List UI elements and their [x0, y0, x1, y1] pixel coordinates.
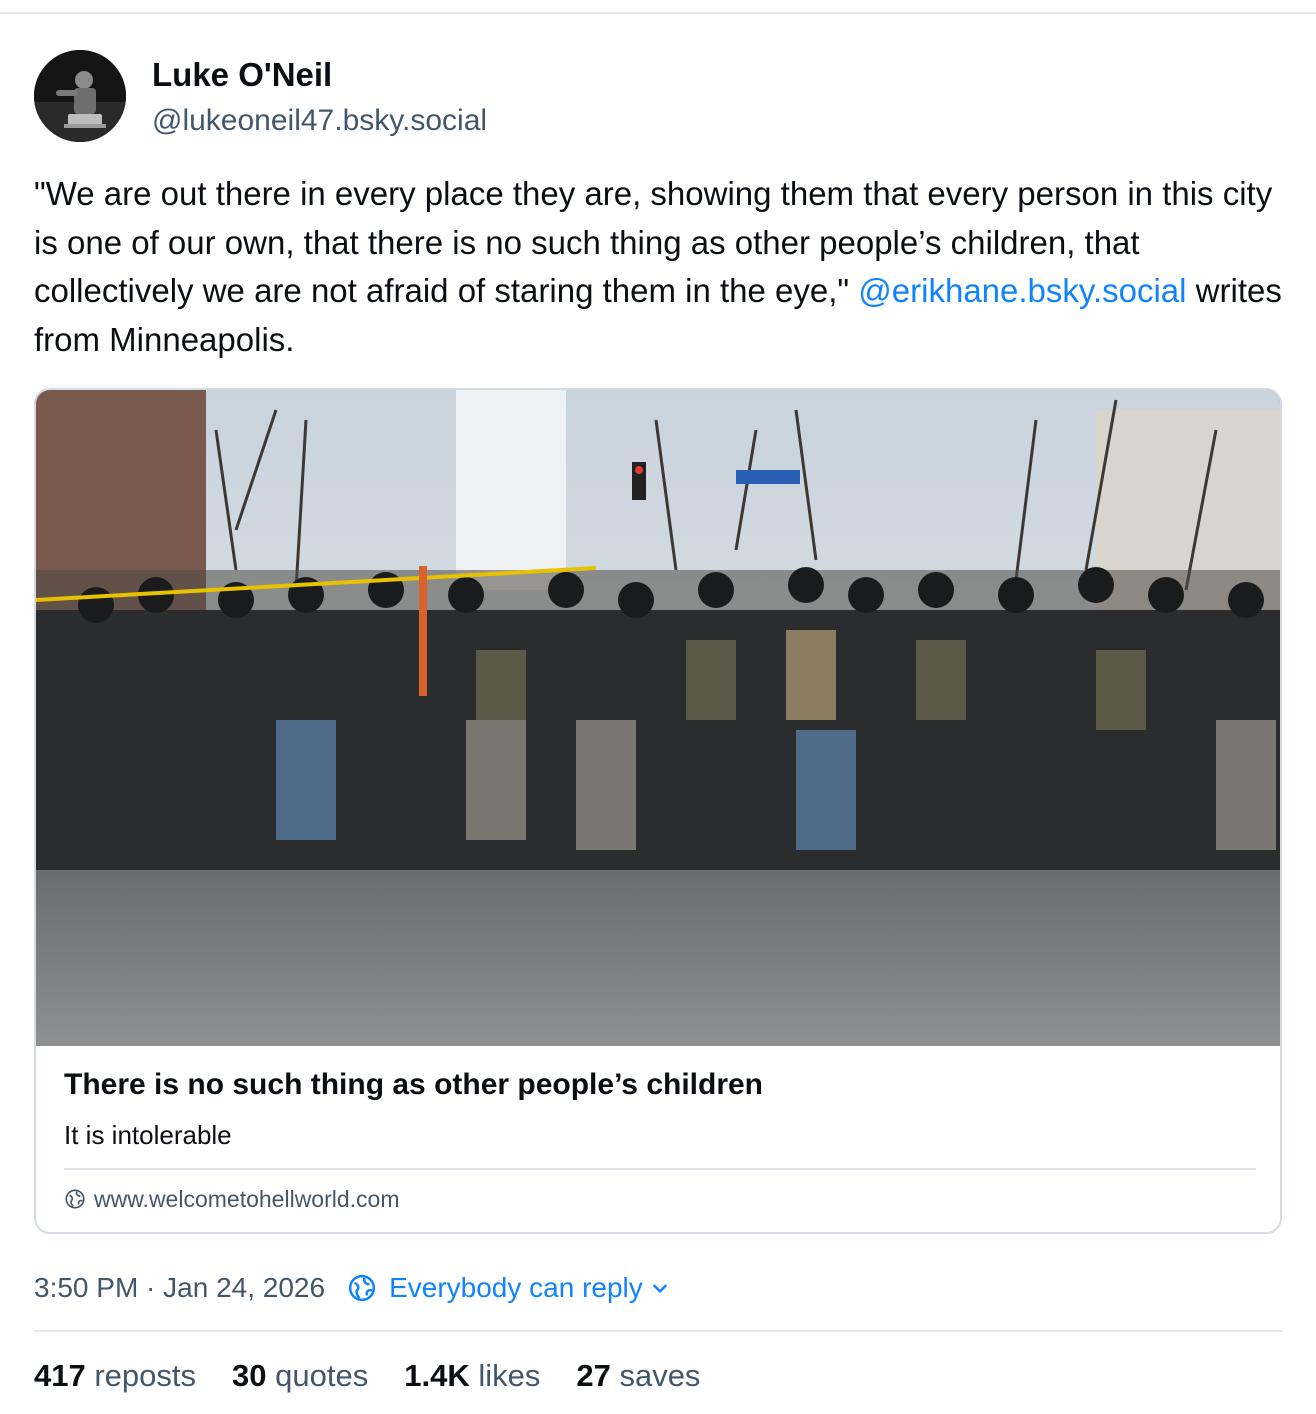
avatar[interactable] — [34, 50, 126, 142]
stat-label: likes — [478, 1358, 541, 1393]
stat-saves[interactable]: 27 saves — [576, 1358, 700, 1394]
link-card-image — [36, 390, 1280, 1046]
top-divider — [0, 12, 1316, 14]
stat-count: 30 — [232, 1358, 267, 1393]
post-meta-row: 3:50 PM · Jan 24, 2026 Everybody can rep… — [34, 1268, 669, 1308]
mention-link[interactable]: @erikhane.bsky.social — [858, 272, 1186, 309]
stat-count: 27 — [576, 1358, 611, 1393]
chevron-down-icon — [652, 1284, 667, 1293]
link-card[interactable]: There is no such thing as other people’s… — [34, 388, 1282, 1234]
stat-label: reposts — [94, 1358, 197, 1393]
stat-quotes[interactable]: 30 quotes — [232, 1358, 368, 1394]
reply-setting-button[interactable]: Everybody can reply — [347, 1272, 669, 1304]
link-card-divider — [64, 1168, 1256, 1170]
stat-label: saves — [619, 1358, 701, 1393]
post-text: "We are out there in every place they ar… — [34, 170, 1284, 364]
avatar-image — [34, 50, 126, 142]
globe-icon — [348, 1274, 376, 1302]
link-card-domain: www.welcometohellworld.com — [94, 1185, 400, 1212]
reply-setting-label: Everybody can reply — [389, 1272, 643, 1303]
stat-likes[interactable]: 1.4K likes — [404, 1358, 540, 1394]
stat-count: 417 — [34, 1358, 86, 1393]
author-display-name[interactable]: Luke O'Neil — [152, 56, 332, 94]
link-card-title: There is no such thing as other people’s… — [64, 1068, 764, 1101]
link-card-description: It is intolerable — [64, 1120, 232, 1150]
engagement-stats: 417 reposts 30 quotes 1.4K likes 27 save… — [34, 1356, 736, 1396]
post-header: Luke O'Neil @lukeoneil47.bsky.social — [34, 50, 834, 142]
stat-count: 1.4K — [404, 1358, 470, 1393]
globe-icon — [65, 1189, 85, 1209]
link-card-domain-row: www.welcometohellworld.com — [64, 1186, 400, 1212]
author-handle[interactable]: @lukeoneil47.bsky.social — [152, 104, 487, 138]
stats-divider — [34, 1330, 1282, 1332]
stat-reposts[interactable]: 417 reposts — [34, 1358, 196, 1394]
stat-label: quotes — [275, 1358, 369, 1393]
post-timestamp[interactable]: 3:50 PM · Jan 24, 2026 — [34, 1272, 325, 1304]
